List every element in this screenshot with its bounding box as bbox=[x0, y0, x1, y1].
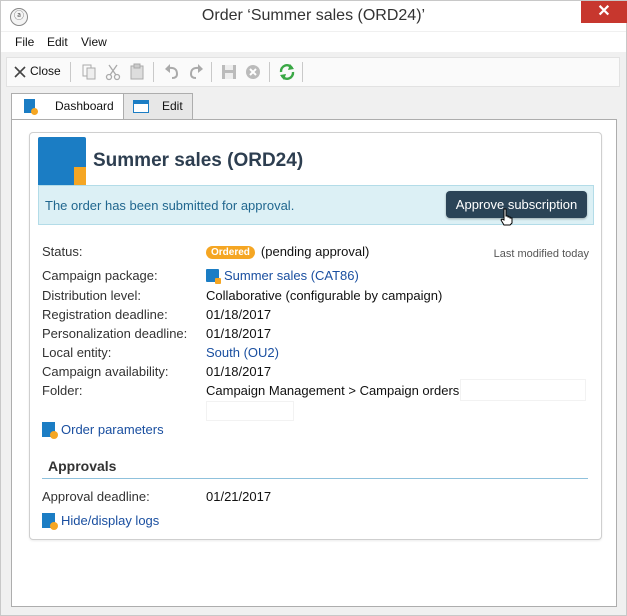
tab-strip: Dashboard Edit bbox=[1, 93, 626, 121]
close-button-label: Close bbox=[30, 64, 61, 78]
status-value: (pending approval) bbox=[260, 244, 370, 259]
menu-bar: File Edit View bbox=[1, 32, 626, 52]
status-value-row: Ordered (pending approval) bbox=[206, 244, 369, 259]
local-entity-link[interactable]: South (OU2) bbox=[206, 345, 279, 360]
copy-icon[interactable] bbox=[81, 63, 97, 81]
campaign-package-link[interactable]: Summer sales (CAT86) bbox=[206, 268, 359, 284]
title-bar: ⓐ Order ‘Summer sales (ORD24)’ ✕ bbox=[1, 1, 627, 31]
order-parameters-icon bbox=[42, 422, 58, 439]
close-button[interactable]: Close bbox=[12, 63, 64, 81]
campaign-package-value: Summer sales (CAT86) bbox=[224, 268, 359, 283]
tab-dashboard-label: Dashboard bbox=[55, 99, 114, 113]
order-parameters-link[interactable]: Order parameters bbox=[42, 422, 164, 439]
paste-icon[interactable] bbox=[129, 63, 145, 81]
tab-dashboard[interactable]: Dashboard bbox=[11, 93, 125, 121]
refresh-icon[interactable] bbox=[278, 63, 296, 81]
approvals-divider bbox=[42, 478, 588, 479]
folder-label: Folder: bbox=[42, 383, 83, 398]
window-title: Order ‘Summer sales (ORD24)’ bbox=[201, 7, 426, 24]
menu-view[interactable]: View bbox=[81, 35, 107, 49]
order-document-icon bbox=[38, 137, 86, 187]
logs-icon bbox=[42, 513, 58, 530]
campaign-package-icon bbox=[206, 269, 221, 284]
dashboard-panel: Summer sales (ORD24) The order has been … bbox=[11, 119, 617, 607]
campaign-availability-label: Campaign availability: bbox=[42, 364, 169, 379]
order-parameters-label: Order parameters bbox=[61, 422, 164, 437]
hide-display-logs-link[interactable]: Hide/display logs bbox=[42, 513, 160, 530]
personalization-deadline-label: Personalization deadline: bbox=[42, 326, 188, 341]
campaign-package-label: Campaign package: bbox=[42, 268, 158, 283]
toolbar-separator bbox=[70, 62, 71, 82]
hand-cursor-icon bbox=[500, 208, 513, 226]
cut-icon[interactable] bbox=[105, 63, 121, 81]
approvals-heading: Approvals bbox=[48, 458, 117, 474]
menu-file[interactable]: File bbox=[15, 35, 34, 49]
save-icon[interactable] bbox=[221, 63, 237, 81]
campaign-availability-value: 01/18/2017 bbox=[206, 364, 272, 379]
blank-field bbox=[206, 401, 294, 421]
distribution-level-value: Collaborative (configurable by campaign) bbox=[206, 288, 443, 303]
undo-icon[interactable] bbox=[163, 63, 181, 81]
edit-window-icon bbox=[133, 100, 149, 113]
last-modified-text: Last modified today bbox=[493, 248, 589, 260]
personalization-deadline-value: 01/18/2017 bbox=[206, 326, 272, 341]
redo-icon[interactable] bbox=[187, 63, 205, 81]
banner-message: The order has been submitted for approva… bbox=[45, 198, 295, 213]
toolbar: Close bbox=[6, 57, 620, 87]
tab-edit-label: Edit bbox=[162, 99, 183, 113]
approval-banner: The order has been submitted for approva… bbox=[38, 185, 594, 226]
toolbar-separator bbox=[269, 62, 270, 82]
approval-deadline-value: 01/21/2017 bbox=[206, 489, 272, 504]
close-icon bbox=[14, 66, 26, 78]
order-window: ⓐ Order ‘Summer sales (ORD24)’ ✕ File Ed… bbox=[0, 0, 627, 616]
distribution-level-label: Distribution level: bbox=[42, 288, 141, 303]
cancel-icon[interactable] bbox=[245, 63, 261, 81]
registration-deadline-label: Registration deadline: bbox=[42, 307, 168, 322]
toolbar-separator bbox=[302, 62, 303, 82]
approve-subscription-button[interactable]: Approve subscription bbox=[446, 191, 587, 218]
status-label: Status: bbox=[42, 244, 83, 259]
status-badge: Ordered bbox=[206, 246, 255, 259]
toolbar-separator bbox=[153, 62, 154, 82]
registration-deadline-value: 01/18/2017 bbox=[206, 307, 272, 322]
blank-field bbox=[460, 379, 586, 401]
dashboard-icon bbox=[24, 99, 38, 115]
tab-edit[interactable]: Edit bbox=[123, 93, 193, 120]
window-close-button[interactable]: ✕ bbox=[581, 1, 627, 23]
order-title: Summer sales (ORD24) bbox=[93, 150, 304, 171]
order-card: Summer sales (ORD24) The order has been … bbox=[29, 132, 602, 540]
local-entity-label: Local entity: bbox=[42, 345, 112, 360]
toolbar-separator bbox=[211, 62, 212, 82]
approval-deadline-label: Approval deadline: bbox=[42, 489, 150, 504]
menu-edit[interactable]: Edit bbox=[47, 35, 68, 49]
folder-value: Campaign Management > Campaign orders bbox=[206, 383, 460, 398]
hide-display-logs-label: Hide/display logs bbox=[61, 513, 160, 528]
